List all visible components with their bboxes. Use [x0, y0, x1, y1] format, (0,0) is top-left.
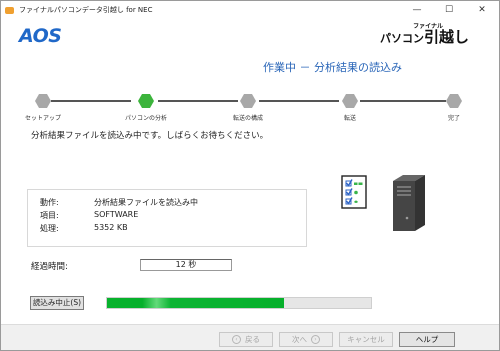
header: AOS ファイナル パソコン引越し 作業中 － 分析結果の読込み: [1, 19, 499, 85]
window-title: ファイナルパソコンデータ引越し for NEC: [19, 6, 153, 14]
status-details: 動作: 分析結果ファイルを読込み中 項目: SOFTWARE 処理: 5352 …: [27, 189, 307, 247]
abort-reading-button[interactable]: 読込み中止(S): [30, 296, 84, 310]
step-label-transfer: 転送: [343, 115, 357, 122]
step-node-complete: [446, 93, 462, 109]
status-row-item: 項目: SOFTWARE: [40, 210, 138, 221]
back-button[interactable]: ‹ 戻る: [219, 332, 273, 347]
step-connector: [360, 100, 446, 102]
status-key: 項目:: [40, 211, 59, 220]
wizard-footer: ‹ 戻る 次へ › キャンセル ヘルプ: [1, 324, 499, 350]
product-logo-main-a: パソコン: [379, 32, 424, 45]
status-message: 分析結果ファイルを読込み中です。しばらくお待ちください。: [31, 131, 269, 141]
elapsed-time-label: 経過時間:: [31, 262, 68, 272]
step-node-analysis: [138, 93, 154, 109]
next-button[interactable]: 次へ ›: [279, 332, 333, 347]
status-value: 5352 KB: [94, 223, 128, 232]
title-bar: ファイナルパソコンデータ引越し for NEC — ☐ ✕: [1, 1, 499, 19]
step-label-config: 転送の構成: [232, 115, 264, 122]
step-label-analysis: パソコンの分析: [124, 115, 168, 122]
page-title: 作業中 － 分析結果の読込み: [263, 61, 402, 74]
analysis-illustration: [341, 173, 441, 233]
pc-tower-icon: [393, 175, 425, 231]
step-hexagon-icon: [342, 94, 358, 108]
status-row-action: 動作: 分析結果ファイルを読込み中: [40, 197, 198, 208]
window-controls: — ☐ ✕: [401, 1, 499, 19]
status-value: 分析結果ファイルを読込み中: [94, 198, 198, 207]
step-node-transfer: [342, 93, 358, 109]
step-node-config: [240, 93, 256, 109]
step-hexagon-icon: [138, 94, 154, 108]
checklist-icon: [341, 175, 367, 209]
elapsed-time-value: 12 秒: [140, 259, 232, 271]
step-label-complete: 完了: [447, 115, 461, 122]
status-value: SOFTWARE: [94, 210, 139, 219]
help-button[interactable]: ヘルプ: [399, 332, 455, 347]
aos-logo: AOS: [19, 25, 62, 47]
status-key: 処理:: [40, 224, 59, 233]
step-hexagon-icon: [446, 94, 462, 108]
app-icon: [5, 6, 14, 14]
next-arrow-icon: ›: [311, 335, 320, 344]
maximize-button[interactable]: ☐: [433, 1, 465, 19]
next-button-label: 次へ: [292, 335, 307, 344]
product-logo-main: パソコン引越し: [379, 30, 469, 46]
close-button[interactable]: ✕: [465, 1, 499, 19]
back-button-label: 戻る: [245, 335, 260, 344]
step-progress: セットアップ パソコンの分析 転送の構成 転送 完了: [1, 85, 499, 123]
back-arrow-icon: ‹: [232, 335, 241, 344]
step-connector: [259, 100, 339, 102]
step-connector: [51, 100, 131, 102]
product-logo-main-b: 引越し: [423, 28, 469, 46]
cancel-button[interactable]: キャンセル: [339, 332, 393, 347]
progress-bar-fill: [107, 298, 284, 308]
step-hexagon-icon: [35, 94, 51, 108]
status-row-processed: 処理: 5352 KB: [40, 223, 128, 234]
app-window: ファイナルパソコンデータ引越し for NEC — ☐ ✕ AOS ファイナル …: [0, 0, 500, 351]
step-hexagon-icon: [240, 94, 256, 108]
product-logo: ファイナル パソコン引越し: [380, 23, 469, 45]
progress-bar: [106, 297, 372, 309]
status-key: 動作:: [40, 198, 59, 207]
step-node-setup: [35, 93, 51, 109]
step-label-setup: セットアップ: [24, 115, 62, 122]
step-connector: [158, 100, 238, 102]
minimize-button[interactable]: —: [401, 1, 433, 19]
